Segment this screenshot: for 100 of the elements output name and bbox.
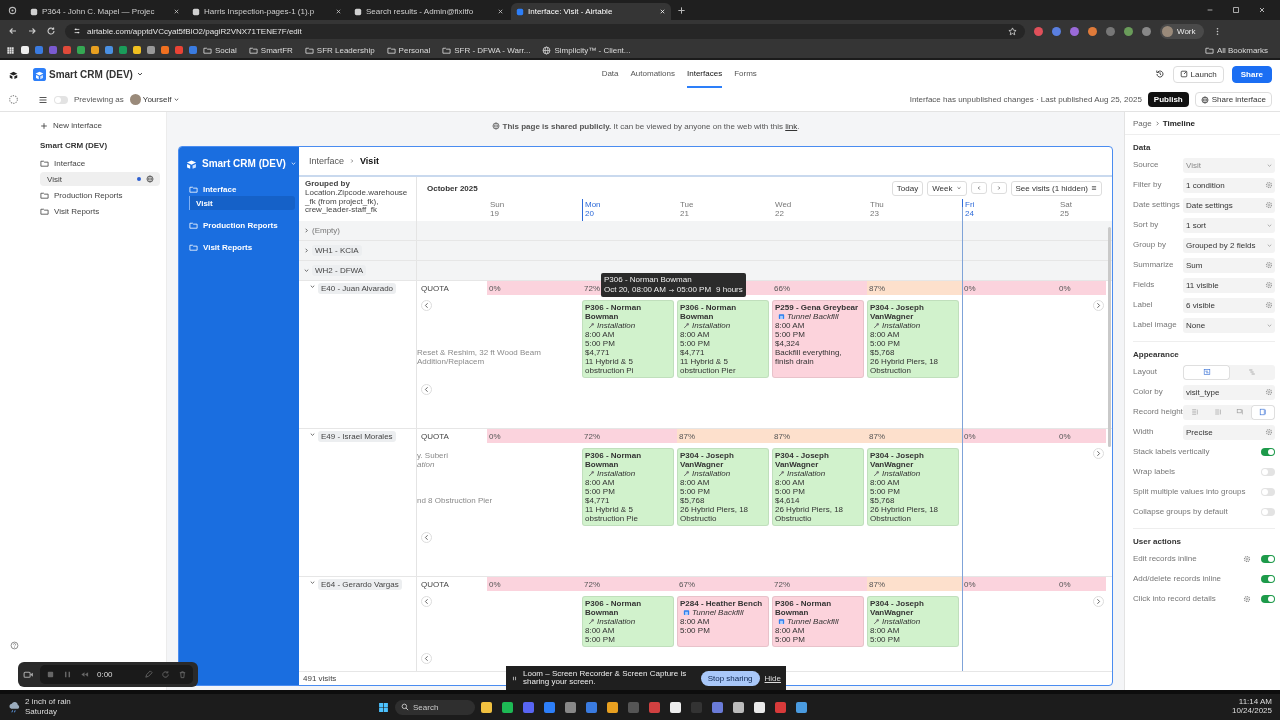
back-icon[interactable]	[8, 26, 18, 36]
taskbar-app-icon[interactable]	[481, 701, 492, 713]
pause-icon[interactable]	[511, 674, 518, 682]
scrollbar[interactable]	[1108, 227, 1111, 447]
segment-button[interactable]	[1251, 405, 1274, 419]
bookmark[interactable]: Personal	[386, 45, 431, 55]
rewind-icon[interactable]	[80, 670, 89, 679]
next-icon[interactable]	[1093, 448, 1104, 459]
trash-icon[interactable]	[178, 670, 187, 679]
chevron-right-icon[interactable]	[303, 247, 310, 254]
reload-icon[interactable]	[46, 26, 56, 36]
visit-card[interactable]: P259 - Gena Greybear Tunnel Backfill 8:00 AM 5:00 PM $4,324 Backfill everything, finish drain	[772, 300, 864, 378]
previous-icon[interactable]	[421, 596, 432, 607]
visit-card[interactable]: P304 - Joseph VanWagner Installation 8:00 AM 5:00 PM $5,768 26 Hybrid Piers, 18 Obstruction	[867, 300, 959, 378]
new-tab-icon[interactable]	[677, 5, 686, 15]
browser-menu-icon[interactable]	[8, 5, 17, 15]
segment-button[interactable]	[1184, 365, 1229, 379]
publish-button[interactable]: Publish	[1147, 92, 1189, 107]
browser-tab[interactable]: Search results - Admin@fixitfo	[349, 3, 509, 20]
browser-tab[interactable]: Interface: Visit - Airtable	[511, 3, 671, 20]
nav-item[interactable]: Interface	[34, 156, 160, 170]
toggle-switch[interactable]	[1261, 508, 1275, 516]
toggle-switch[interactable]	[1261, 468, 1275, 476]
nav-tab[interactable]: Automations	[630, 60, 675, 88]
settings-field[interactable]: 11 visible	[1183, 277, 1275, 293]
taskbar-app-icon[interactable]	[607, 701, 618, 713]
new-interface-button[interactable]: New interface	[34, 118, 108, 133]
draw-icon[interactable]	[144, 670, 153, 679]
breadcrumb[interactable]: Visit	[360, 156, 379, 166]
bookmark[interactable]: SFR Leadership	[304, 45, 375, 55]
visit-card[interactable]: P304 - Joseph VanWagner Installation 8:00 AM 5:00 PM $5,768 26 Hybrid Piers, 18 Obstruction	[867, 448, 959, 526]
nav-tab[interactable]: Forms	[734, 60, 757, 88]
breadcrumb[interactable]: Interface	[309, 156, 345, 166]
app-title[interactable]: Smart CRM (DEV)	[185, 157, 297, 170]
chevron-down-icon[interactable]	[309, 579, 316, 586]
toggle-switch[interactable]	[1261, 555, 1275, 563]
share-interface-button[interactable]: Share interface	[1194, 92, 1272, 107]
taskbar-search[interactable]: Search	[395, 699, 475, 715]
nav-item[interactable]: Visit Reports	[34, 204, 160, 218]
share-button[interactable]: Share	[1231, 65, 1272, 83]
close-icon[interactable]	[497, 8, 504, 15]
pause-icon[interactable]	[63, 670, 72, 679]
forward-icon[interactable]	[27, 26, 37, 36]
windows-start-icon[interactable]	[378, 701, 389, 713]
settings-field[interactable]: Date settings	[1183, 197, 1275, 213]
see-visits-button[interactable]: See visits (1 hidden)	[1010, 180, 1102, 196]
profile-button[interactable]: Work	[1160, 23, 1204, 39]
stop-sharing-button[interactable]: Stop sharing	[700, 670, 760, 686]
settings-field[interactable]: visit_type	[1183, 384, 1275, 400]
stop-icon[interactable]	[46, 670, 55, 679]
all-bookmarks[interactable]: All Bookmarks	[1204, 45, 1268, 55]
taskbar-app-icon[interactable]	[670, 701, 681, 713]
taskbar-app-icon[interactable]	[754, 701, 765, 713]
camera-icon[interactable]	[23, 669, 34, 680]
chevron-right-icon[interactable]	[303, 227, 310, 234]
toggle-switch[interactable]	[1261, 448, 1275, 456]
toggle-switch[interactable]	[1261, 575, 1275, 583]
previous-icon[interactable]	[421, 653, 432, 664]
settings-field[interactable]: 6 visible	[1183, 297, 1275, 313]
nav-tab[interactable]: Data	[601, 60, 619, 88]
toggle-switch[interactable]	[1261, 488, 1275, 496]
next-icon[interactable]	[1093, 596, 1104, 607]
previous-icon[interactable]	[421, 300, 432, 311]
visit-card[interactable]: P306 - Norman Bowman Installation 8:00 AM 5:00 PM $4,771 11 Hybrid & 5 obstruction Pi	[582, 300, 674, 378]
range-dropdown[interactable]: Week	[927, 180, 967, 196]
previous-icon[interactable]	[421, 532, 432, 543]
settings-field[interactable]: Sum	[1183, 257, 1275, 273]
bookmark[interactable]: SmartFR	[248, 45, 293, 55]
settings-field[interactable]: 1 condition	[1183, 177, 1275, 193]
visit-card[interactable]: P304 - Joseph VanWagner Installation 8:00 AM 5:00 PM $4,614 26 Hybrid Piers, 18 Obstructio	[772, 448, 864, 526]
nav-item[interactable]: Visit	[40, 172, 160, 186]
launch-button[interactable]: Launch	[1172, 65, 1224, 83]
select-field[interactable]: 1 sort	[1183, 217, 1275, 233]
nav-item[interactable]: Production Reports	[183, 218, 295, 232]
user-picker[interactable]: Yourself	[129, 94, 181, 105]
visit-card[interactable]: P284 - Heather Bench Tunnel Backfill 8:00 AM 5:00 PM	[677, 596, 769, 647]
taskbar-app-icon[interactable]	[733, 701, 744, 713]
toggle-switch[interactable]	[1261, 595, 1275, 603]
nav-item[interactable]: Interface	[183, 182, 295, 196]
settings-icon[interactable]	[1243, 595, 1251, 603]
breadcrumb-link[interactable]: Page	[1133, 118, 1152, 128]
chevron-down-icon[interactable]	[309, 283, 316, 290]
visit-card[interactable]: P306 - Norman Bowman Installation 8:00 AM 5:00 PM	[582, 596, 674, 647]
browser-tab[interactable]: P364 - John C. Mapel — Projec	[25, 3, 185, 20]
nav-item[interactable]: Visit Reports	[183, 240, 295, 254]
close-icon[interactable]	[173, 8, 180, 15]
bookmark[interactable]: SFR - DFWA - Warr...	[442, 45, 531, 55]
chevron-down-icon[interactable]	[303, 267, 310, 274]
bookmark[interactable]: Simplicity™ - Client...	[542, 45, 631, 55]
visit-card[interactable]: P304 - Joseph VanWagner Installation 8:00 AM 5:00 PM $5,768 26 Hybrid Piers, 18 Obstructio	[677, 448, 769, 526]
visit-card[interactable]: P304 - Joseph VanWagner Installation 8:00 AM 5:00 PM	[867, 596, 959, 647]
select-field[interactable]: None	[1183, 317, 1275, 333]
nav-item[interactable]: Visit	[189, 196, 295, 210]
visit-card[interactable]: P306 - Norman Bowman Installation 8:00 AM 5:00 PM $4,771 11 Hybrid & 5 obstruction Pie	[582, 448, 674, 526]
close-icon[interactable]	[1258, 6, 1266, 14]
history-icon[interactable]	[1154, 69, 1165, 79]
help-icon[interactable]	[9, 641, 19, 650]
menu-icon[interactable]	[38, 94, 48, 105]
settings-icon[interactable]	[1243, 555, 1251, 563]
apps-icon[interactable]	[6, 45, 15, 55]
